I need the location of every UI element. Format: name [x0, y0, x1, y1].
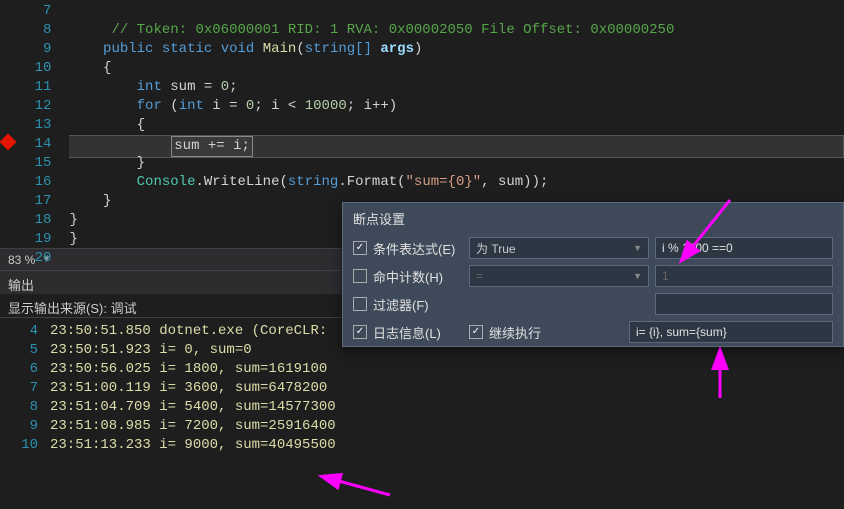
output-line: 1023:51:13.233 i= 9000, sum=40495500 [0, 436, 844, 455]
condition-checkbox[interactable] [353, 241, 367, 255]
filter-checkbox[interactable] [353, 297, 367, 311]
output-line: 823:51:04.709 i= 5400, sum=14577300 [0, 398, 844, 417]
hitcount-checkbox[interactable] [353, 269, 367, 283]
condition-mode-select[interactable]: 为 True▼ [469, 237, 649, 259]
chevron-down-icon: ▼ [633, 243, 642, 253]
line-number: 15 [0, 154, 51, 173]
line-number: 19 [0, 230, 51, 249]
log-format-input[interactable]: i= {i}, sum={sum} [629, 321, 833, 343]
continue-checkbox[interactable] [469, 325, 483, 339]
line-number: 16 [0, 173, 51, 192]
condition-label: 条件表达式(E) [373, 239, 463, 258]
continue-label: 继续执行 [489, 323, 541, 342]
panel-title: 断点设置 [343, 203, 843, 234]
line-number: 11 [0, 78, 51, 97]
log-label: 日志信息(L) [373, 323, 463, 342]
current-execution-line: sum += i; [67, 135, 844, 158]
line-number: 8 [0, 21, 51, 40]
comment: // Token: 0x06000001 RID: 1 RVA: 0x00002… [111, 22, 674, 38]
line-number: 18 [0, 211, 51, 230]
annotation-arrow [330, 470, 400, 505]
output-line: 623:50:56.025 i= 1800, sum=1619100 [0, 360, 844, 379]
hitcount-label: 命中计数(H) [373, 267, 463, 286]
breakpoint-settings-panel[interactable]: 断点设置 条件表达式(E) 为 True▼ i % 1800 ==0 命中计数(… [342, 202, 844, 347]
output-source-label: 显示输出来源(S): [8, 301, 107, 316]
line-number: 17 [0, 192, 51, 211]
line-number: 10 [0, 59, 51, 78]
filter-label: 过滤器(F) [373, 295, 463, 314]
gutter: 7 8 9 10 11 12 13 14 15 16 17 18 19 20 [0, 0, 69, 248]
line-number: 20 [0, 249, 51, 268]
log-checkbox[interactable] [353, 325, 367, 339]
hitcount-value-input[interactable]: 1 [655, 265, 833, 287]
line-number: 7 [0, 2, 51, 21]
line-number: 13 [0, 116, 51, 135]
hitcount-mode-select[interactable]: =▼ [469, 265, 649, 287]
output-source-value[interactable]: 调试 [107, 301, 137, 316]
condition-expression-input[interactable]: i % 1800 ==0 [655, 237, 833, 259]
output-line: 723:51:00.119 i= 3600, sum=6478200 [0, 379, 844, 398]
line-number: 9 [0, 40, 51, 59]
line-number: 12 [0, 97, 51, 116]
output-line: 923:51:08.985 i= 7200, sum=25916400 [0, 417, 844, 436]
filter-input[interactable] [655, 293, 833, 315]
chevron-down-icon: ▼ [633, 271, 642, 281]
